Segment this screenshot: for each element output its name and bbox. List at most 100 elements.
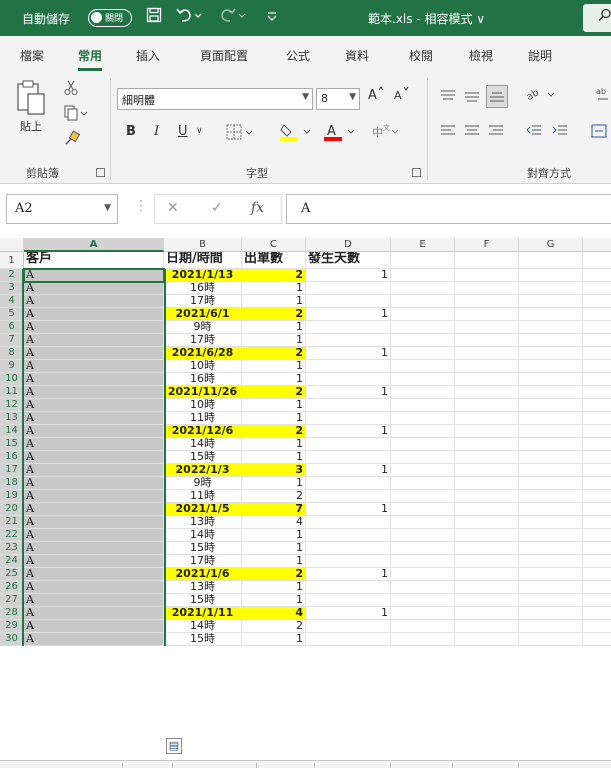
row-header[interactable]: 7 [0,334,24,347]
tab-view[interactable]: 檢視 [469,47,493,64]
order-count-cell[interactable]: 2 [242,386,306,399]
empty-cell[interactable] [583,386,611,399]
date-cell[interactable]: 2021/12/6 [164,425,242,438]
empty-cell[interactable] [583,516,611,529]
customer-cell[interactable]: A [24,581,164,594]
row-header[interactable]: 16 [0,451,24,464]
days-cell[interactable] [306,516,391,529]
row-header[interactable]: 13 [0,412,24,425]
empty-cell[interactable] [519,295,583,308]
empty-cell[interactable] [391,451,455,464]
tab-page-layout[interactable]: 頁面配置 [200,47,248,64]
empty-cell[interactable] [519,594,583,607]
empty-cell[interactable] [455,334,519,347]
hour-cell[interactable]: 16時 [164,282,242,295]
empty-cell[interactable] [519,529,583,542]
order-count-cell[interactable]: 1 [242,555,306,568]
customer-cell[interactable]: A [24,451,164,464]
empty-cell[interactable] [583,633,611,646]
empty-cell[interactable] [583,451,611,464]
order-count-cell[interactable]: 2 [242,269,306,282]
days-cell[interactable]: 1 [306,607,391,620]
sheet-tab[interactable] [256,763,257,768]
empty-cell[interactable] [455,399,519,412]
tab-home[interactable]: 常用 [78,47,103,71]
autosave-toggle[interactable]: 關閉 [88,9,132,27]
days-cell[interactable] [306,529,391,542]
customer-cell[interactable]: A [24,399,164,412]
align-center-icon[interactable] [464,124,480,141]
empty-cell[interactable] [583,464,611,477]
empty-cell[interactable] [455,477,519,490]
customer-cell[interactable]: A [24,412,164,425]
empty-cell[interactable] [455,516,519,529]
days-cell[interactable]: 1 [306,464,391,477]
order-count-cell[interactable]: 1 [242,438,306,451]
hour-cell[interactable]: 15時 [164,451,242,464]
empty-cell[interactable] [519,252,583,269]
empty-cell[interactable] [519,373,583,386]
days-cell[interactable] [306,334,391,347]
empty-cell[interactable] [455,386,519,399]
customer-cell[interactable]: A [24,490,164,503]
order-count-cell[interactable]: 2 [242,308,306,321]
order-count-cell[interactable]: 3 [242,464,306,477]
hour-cell[interactable]: 15時 [164,633,242,646]
empty-cell[interactable] [519,269,583,282]
sheet-tab[interactable] [172,763,173,768]
order-count-cell[interactable]: 2 [242,425,306,438]
hour-cell[interactable]: 15時 [164,594,242,607]
days-cell[interactable] [306,373,391,386]
customer-cell[interactable]: A [24,542,164,555]
wrap-text-icon[interactable]: ab [596,86,611,105]
empty-cell[interactable] [455,503,519,516]
empty-cell[interactable] [519,503,583,516]
days-cell[interactable] [306,451,391,464]
sheet-tab[interactable] [452,763,453,768]
order-count-cell[interactable]: 7 [242,503,306,516]
empty-cell[interactable] [391,620,455,633]
tab-review[interactable]: 校閱 [409,47,433,64]
order-count-cell[interactable]: 1 [242,334,306,347]
name-box[interactable]: A2 ▼ [6,194,118,224]
format-painter-icon[interactable] [64,130,81,149]
align-right-icon[interactable] [488,124,504,141]
empty-cell[interactable] [455,373,519,386]
header-cell[interactable]: 出單數 [242,252,306,269]
hour-cell[interactable]: 13時 [164,581,242,594]
drag-handle-icon[interactable]: ⋮ [134,198,148,214]
row-header[interactable]: 29 [0,620,24,633]
borders-icon[interactable] [226,124,254,143]
empty-cell[interactable] [583,321,611,334]
empty-cell[interactable] [391,295,455,308]
decrease-indent-icon[interactable] [526,124,542,141]
empty-cell[interactable] [455,347,519,360]
days-cell[interactable] [306,321,391,334]
empty-cell[interactable] [391,555,455,568]
empty-cell[interactable] [583,607,611,620]
column-header-f[interactable]: F [455,238,519,252]
empty-cell[interactable] [455,269,519,282]
days-cell[interactable]: 1 [306,269,391,282]
customer-cell[interactable]: A [24,529,164,542]
customer-cell[interactable]: A [24,282,164,295]
empty-cell[interactable] [583,347,611,360]
row-header[interactable]: 25 [0,568,24,581]
empty-cell[interactable] [391,308,455,321]
customer-cell[interactable]: A [24,425,164,438]
empty-cell[interactable] [519,412,583,425]
order-count-cell[interactable]: 1 [242,295,306,308]
row-header[interactable]: 9 [0,360,24,373]
empty-cell[interactable] [519,607,583,620]
empty-cell[interactable] [455,451,519,464]
empty-cell[interactable] [583,399,611,412]
empty-cell[interactable] [455,252,519,269]
orientation-icon[interactable]: ab [525,86,556,105]
row-header[interactable]: 18 [0,477,24,490]
customer-cell[interactable]: A [24,620,164,633]
days-cell[interactable] [306,399,391,412]
days-cell[interactable] [306,633,391,646]
empty-cell[interactable] [519,581,583,594]
sheet-tab[interactable] [390,763,391,768]
order-count-cell[interactable]: 1 [242,412,306,425]
